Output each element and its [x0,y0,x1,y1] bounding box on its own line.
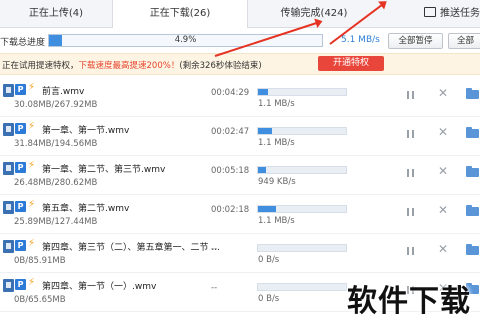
file-size: 26.48MB/280.62MB [14,178,98,188]
close-icon[interactable]: ✕ [438,87,448,99]
time-remaining: -- [211,283,218,293]
pause-icon[interactable] [407,247,414,255]
download-row[interactable]: P ⚡ 第五章、第二节.wmv 25.89MB/127.44MB 00:02:18 1.1… [0,195,480,234]
folder-icon[interactable] [466,244,479,255]
file-speed: 1.1 MB/s [258,216,295,226]
lightning-icon: ⚡ [28,82,36,93]
file-progress-bar [257,205,347,213]
trial-remaining: (剩余326秒体验结束) [179,61,262,71]
time-remaining: 00:02:18 [211,205,250,215]
lightning-icon: ⚡ [28,121,36,132]
trial-highlight: 下载速度最高提速200%！ [78,61,180,71]
time-remaining: 00:04:29 [211,88,250,98]
privilege-p-icon: P [15,201,26,212]
folder-icon[interactable] [466,205,479,216]
file-speed: 0 B/s [258,294,280,304]
file-progress-bar [257,88,347,96]
total-progress-bar: 4.9% [48,34,323,47]
pause-icon[interactable] [407,169,414,177]
push-task-label: 推送任务 [440,8,480,19]
file-name: 第四章、第三节（二）、第五章第一、二节 ... [42,243,220,253]
file-progress-bar [257,244,347,252]
video-file-icon [3,240,14,253]
file-size: 0B/65.65MB [14,295,66,305]
close-icon[interactable]: ✕ [438,204,448,216]
speedup-trial-banner: 正在试用提速特权，下载速度最高提速200%！(剩余326秒体验结束) [0,53,480,75]
total-progress-label: 下载总进度 [0,38,46,48]
file-name: 第五章、第二节.wmv [42,204,130,214]
lightning-icon: ⚡ [28,277,36,288]
file-speed: 949 KB/s [258,177,296,187]
tab-push-tasks[interactable]: 推送任务 [424,0,480,27]
all-action-button[interactable]: 全部 [448,33,480,49]
folder-icon[interactable] [466,166,479,177]
trial-message: 正在试用提速特权，下载速度最高提速200%！(剩余326秒体验结束) [2,59,262,71]
total-progress-percent: 4.9% [174,35,197,45]
video-file-icon [3,84,14,97]
pause-icon[interactable] [407,130,414,138]
time-remaining: 00:05:18 [211,166,250,176]
download-row[interactable]: P ⚡ 前言.wmv 30.08MB/267.92MB 00:04:29 1.1 MB/s… [0,78,480,117]
file-size: 25.89MB/127.44MB [14,217,98,227]
lightning-icon: ⚡ [28,199,36,210]
trial-prefix: 正在试用提速特权， [2,61,79,71]
close-icon[interactable]: ✕ [438,126,448,138]
file-name: 第一章、第一节.wmv [42,126,130,136]
file-speed: 0 B/s [258,255,280,265]
file-progress-fill [258,206,276,212]
tab-downloading[interactable]: 正在下载(26) [112,0,248,28]
file-progress-bar [257,127,347,135]
privilege-p-icon: P [15,279,26,290]
push-task-icon [424,7,436,17]
folder-icon[interactable] [466,88,479,99]
time-remaining: 00:02:47 [211,127,250,137]
download-row[interactable]: P ⚡ 第一章、第二节、第三节.wmv 26.48MB/280.62MB 00:05:1… [0,156,480,195]
file-progress-fill [258,89,268,95]
file-size: 0B/85.91MB [14,256,66,266]
video-file-icon [3,123,14,136]
lightning-icon: ⚡ [28,238,36,249]
file-name: 第一章、第二节、第三节.wmv [42,165,166,175]
pause-all-button[interactable]: 全部暂停 [388,33,443,49]
lightning-icon: ⚡ [28,160,36,171]
transfer-tabs: 正在上传(4) 正在下载(26) 传输完成(424) 推送任务 [0,0,480,28]
video-file-icon [3,201,14,214]
total-download-speed: 5.1 MB/s [341,35,380,45]
privilege-p-icon: P [15,123,26,134]
watermark-text: 软件下载 [347,284,471,319]
file-name: 前言.wmv [42,87,85,97]
file-name: 第四章、第一节（一）.wmv [42,282,157,292]
folder-icon[interactable] [466,127,479,138]
file-size: 31.84MB/194.56MB [14,139,98,149]
close-icon[interactable]: ✕ [438,165,448,177]
privilege-p-icon: P [15,84,26,95]
time-remaining: -- [211,244,218,254]
close-icon[interactable]: ✕ [438,243,448,255]
video-file-icon [3,162,14,175]
file-speed: 1.1 MB/s [258,138,295,148]
open-privilege-button[interactable]: 开通特权 [318,56,384,71]
tab-uploading[interactable]: 正在上传(4) [0,0,112,27]
pause-icon[interactable] [407,208,414,216]
download-row[interactable]: P ⚡ 第四章、第三节（二）、第五章第一、二节 ... 0B/85.91MB -- 0 B… [0,234,480,273]
pause-icon[interactable] [407,91,414,99]
file-size: 30.08MB/267.92MB [14,100,98,110]
download-row[interactable]: P ⚡ 第一章、第一节.wmv 31.84MB/194.56MB 00:02:47 1.1… [0,117,480,156]
video-file-icon [3,279,14,292]
privilege-p-icon: P [15,240,26,251]
privilege-p-icon: P [15,162,26,173]
file-progress-fill [258,167,266,173]
file-progress-bar [257,166,347,174]
file-progress-fill [258,128,273,134]
file-progress-bar [257,283,347,291]
file-speed: 1.1 MB/s [258,99,295,109]
